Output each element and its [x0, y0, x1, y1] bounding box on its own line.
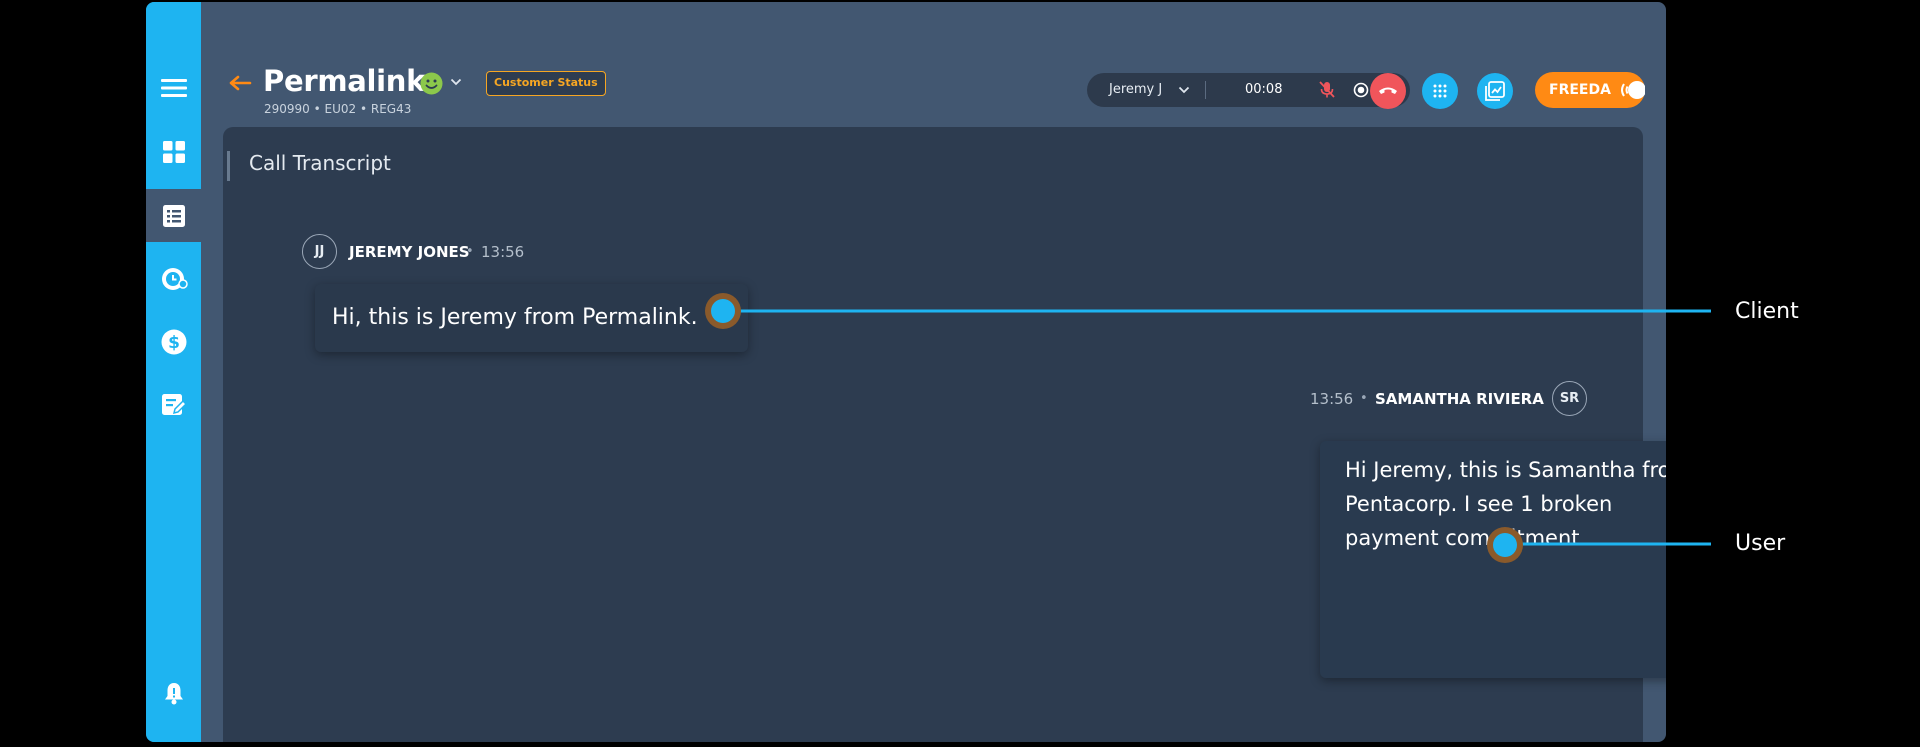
sidebar-item-payments[interactable]: $ [146, 318, 201, 366]
bell-icon [164, 683, 183, 705]
divider [1205, 81, 1206, 99]
call-timer: 00:08 [1245, 82, 1283, 97]
panel-accent-bar [227, 151, 230, 181]
svg-text:$: $ [168, 333, 180, 353]
client-message-bubble: Hi, this is Jeremy from Permalink. [315, 284, 748, 352]
chevron-down-icon[interactable] [1178, 86, 1190, 94]
hangup-button[interactable] [1370, 73, 1406, 109]
avatar: SR [1552, 381, 1587, 416]
sidebar-item-notes[interactable] [146, 381, 201, 429]
message-sender: SAMANTHA RIVIERA [1375, 390, 1544, 408]
chevron-down-icon[interactable] [450, 78, 462, 86]
menu-icon [160, 79, 187, 97]
page-title: Permalink [263, 64, 426, 98]
transfer-button[interactable] [1477, 73, 1513, 109]
dialpad-icon [1433, 84, 1447, 98]
client-callout-label: Client [1735, 299, 1799, 324]
menu-button[interactable] [146, 64, 201, 112]
app-window: $ Permalink 290990 • EU02 • REG43 Custom… [146, 2, 1666, 742]
record-icon[interactable] [1353, 82, 1369, 98]
smiley-icon[interactable] [420, 72, 443, 95]
list-icon [162, 204, 185, 227]
user-message-bubble: Hi Jeremy, this is Samantha from Pentaco… [1320, 441, 1666, 678]
call-control-bar: Jeremy J 00:08 [1087, 73, 1410, 107]
clock-icon [161, 268, 188, 290]
freeda-button[interactable]: FREEDA [1535, 72, 1645, 108]
message-time: 13:56 [1310, 390, 1354, 408]
avatar: JJ [302, 234, 337, 269]
sidebar-item-history[interactable] [146, 255, 201, 303]
separator: • [466, 244, 474, 259]
call-transcript-panel: Call Transcript JJ JEREMY JONES • 13:56 … [223, 127, 1666, 742]
message-sender: JEREMY JONES [349, 243, 470, 261]
freeda-icon [1621, 81, 1645, 99]
dollar-icon: $ [161, 329, 186, 355]
notes-icon [161, 394, 186, 415]
customer-status-badge[interactable]: Customer Status [486, 71, 606, 96]
transfer-icon [1485, 81, 1505, 101]
agent-selector-label[interactable]: Jeremy J [1109, 82, 1162, 97]
sidebar-item-dashboard[interactable] [146, 128, 201, 176]
message-time: 13:56 [481, 243, 525, 261]
freeda-label: FREEDA [1549, 82, 1611, 98]
separator: • [1360, 391, 1368, 406]
mic-muted-icon[interactable] [1319, 81, 1335, 99]
account-identifiers: 290990 • EU02 • REG43 [264, 102, 412, 116]
notifications-button[interactable] [146, 669, 201, 717]
panel-title: Call Transcript [249, 151, 391, 175]
sidebar: $ [146, 2, 201, 742]
user-callout-label: User [1735, 531, 1786, 556]
dashboard-icon [162, 141, 185, 163]
hangup-icon [1379, 87, 1397, 94]
sidebar-item-transcripts[interactable] [146, 189, 201, 242]
back-arrow-icon[interactable] [228, 75, 252, 91]
dialpad-button[interactable] [1422, 73, 1458, 109]
